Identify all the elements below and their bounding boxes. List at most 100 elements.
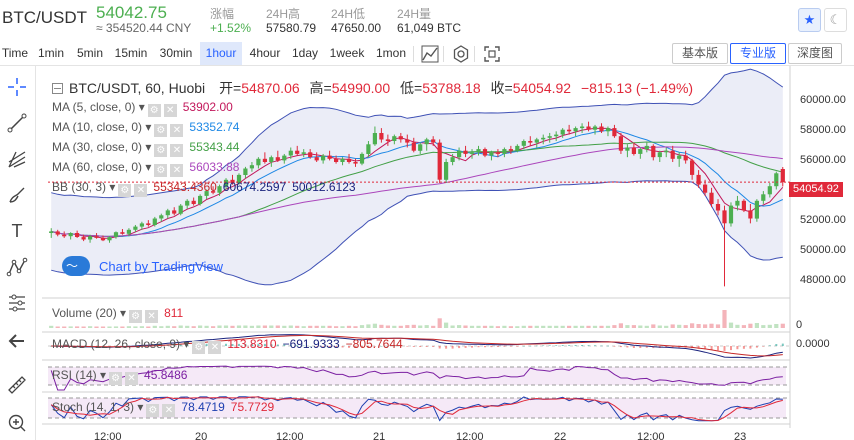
settings-icon[interactable] xyxy=(451,44,471,64)
macd-hist-bar xyxy=(484,346,486,348)
measure-icon[interactable] xyxy=(6,292,28,314)
candle-body xyxy=(398,136,403,140)
macd-hist-bar xyxy=(710,346,713,350)
volume-bar xyxy=(476,325,481,328)
candle-body xyxy=(644,145,649,150)
star-icon[interactable]: ★ xyxy=(798,8,821,32)
candle-body xyxy=(191,200,196,204)
view-depth[interactable]: 深度图 xyxy=(788,43,842,64)
candle-body xyxy=(392,136,397,141)
macd-hist-bar xyxy=(665,346,668,348)
settings-icon[interactable]: ⚙ xyxy=(129,310,143,323)
volume-bar xyxy=(321,325,326,328)
candle-body xyxy=(62,234,67,237)
macd-hist-bar xyxy=(691,346,694,349)
toolbar-divider xyxy=(474,46,475,62)
volume-bar xyxy=(618,323,623,328)
view-pro[interactable]: 专业版 xyxy=(730,43,786,64)
tab-30min[interactable]: 30min xyxy=(155,42,197,65)
settings-icon[interactable]: ⚙ xyxy=(154,144,168,157)
tab-4hour[interactable]: 4hour xyxy=(245,42,285,65)
pattern-icon[interactable] xyxy=(6,256,28,278)
macd-hist-bar xyxy=(607,345,609,347)
view-basic[interactable]: 基本版 xyxy=(672,43,728,64)
candle-body xyxy=(463,150,468,154)
volume-bar xyxy=(55,326,60,328)
settings-icon[interactable]: ⚙ xyxy=(147,104,161,117)
fullscreen-icon[interactable] xyxy=(482,44,502,64)
collapse-legend-icon[interactable] xyxy=(52,83,63,94)
settings-icon[interactable]: ⚙ xyxy=(146,404,160,417)
candle-body xyxy=(346,158,352,162)
candle-body xyxy=(178,205,183,214)
settings-icon[interactable]: ⚙ xyxy=(109,372,123,385)
legend-bb[interactable]: BB (30, 3) ▾ ⚙ ✕ 55343.4360 60674.2597 50012.… xyxy=(52,180,356,197)
close-icon[interactable]: ✕ xyxy=(170,124,184,137)
brush-icon[interactable] xyxy=(6,184,28,206)
volume-bar xyxy=(249,325,254,328)
macd-hist-value: 113.8310 xyxy=(227,337,277,351)
back-arrow-icon[interactable] xyxy=(6,330,28,352)
close-icon[interactable]: ✕ xyxy=(163,104,177,117)
volume-bar xyxy=(515,326,520,328)
macd-hist-bar xyxy=(477,346,480,348)
toolbar-divider xyxy=(413,46,414,62)
candle-body xyxy=(424,139,429,145)
ruler-icon[interactable] xyxy=(6,374,28,396)
volume-bar xyxy=(262,325,267,328)
pair-name[interactable]: BTC/USDT xyxy=(2,8,87,28)
text-icon[interactable]: T xyxy=(6,220,28,242)
crosshair-icon[interactable] xyxy=(6,76,28,98)
settings-icon[interactable]: ⚙ xyxy=(154,164,168,177)
volume-bar xyxy=(204,325,209,328)
settings-icon[interactable]: ⚙ xyxy=(118,184,132,197)
legend-ma60[interactable]: MA (60, close, 0) ▾ ⚙ ✕ 56033.88 xyxy=(52,160,239,177)
candle-body xyxy=(469,152,475,154)
candle-body xyxy=(185,200,190,206)
close-icon[interactable]: ✕ xyxy=(208,341,222,354)
tab-1mon[interactable]: 1mon xyxy=(371,42,411,65)
legend-ma30[interactable]: MA (30, close, 0) ▾ ⚙ ✕ 55343.44 xyxy=(52,140,239,157)
candle-body xyxy=(385,139,390,141)
price-tick: 48000.00 xyxy=(800,274,846,286)
legend-stoch[interactable]: Stoch (14, 1, 3) ▾ ⚙ ✕ 78.4719 75.7729 xyxy=(52,400,274,417)
tab-1hour[interactable]: 1hour xyxy=(200,42,242,65)
moon-icon[interactable]: ☾ xyxy=(824,8,847,32)
legend-ma5[interactable]: MA (5, close, 0) ▾ ⚙ ✕ 53902.00 xyxy=(52,100,233,117)
close-icon[interactable]: ✕ xyxy=(145,310,159,323)
tab-1week[interactable]: 1week xyxy=(325,42,369,65)
close-icon[interactable]: ✕ xyxy=(170,164,184,177)
tab-time[interactable]: Time xyxy=(0,42,30,65)
close-icon[interactable]: ✕ xyxy=(170,144,184,157)
volume-bar xyxy=(482,325,488,328)
candle-body xyxy=(741,200,746,211)
legend-volume[interactable]: Volume (20) ▾ ⚙ ✕ 811 xyxy=(52,306,183,323)
tab-5min[interactable]: 5min xyxy=(72,42,108,65)
volume-bar xyxy=(126,326,131,328)
candle-body xyxy=(618,136,623,151)
macd-hist-bar xyxy=(535,345,538,347)
close-icon[interactable]: ✕ xyxy=(162,404,176,417)
tab-1day[interactable]: 1day xyxy=(288,42,322,65)
tab-15min[interactable]: 15min xyxy=(110,42,152,65)
price-tick: 56000.00 xyxy=(800,154,846,166)
macd-hist-bar xyxy=(458,346,461,349)
candle-body xyxy=(554,134,559,137)
tradingview-watermark[interactable]: Chart by TradingView xyxy=(62,256,223,276)
pitchfork-icon[interactable] xyxy=(6,148,28,170)
close-icon[interactable]: ✕ xyxy=(134,184,148,197)
close-icon[interactable]: ✕ xyxy=(125,372,139,385)
volume-bar xyxy=(573,325,578,328)
legend-ma10[interactable]: MA (10, close, 0) ▾ ⚙ ✕ 53352.74 xyxy=(52,120,239,137)
candle-body xyxy=(256,158,261,166)
volume-bar xyxy=(120,326,125,328)
zoom-in-icon[interactable] xyxy=(6,412,28,434)
legend-rsi[interactable]: RSI (14) ▾ ⚙ ✕ 45.8486 xyxy=(52,368,187,385)
legend-macd[interactable]: MACD (12, 26, close, 9) ▾ ⚙ ✕ 113.8310 −691.… xyxy=(52,337,403,354)
tab-1min[interactable]: 1min xyxy=(32,42,70,65)
candlestick-type-icon[interactable] xyxy=(420,44,440,64)
macd-hist-bar xyxy=(509,346,512,347)
settings-icon[interactable]: ⚙ xyxy=(192,341,206,354)
trendline-icon[interactable] xyxy=(6,112,28,134)
settings-icon[interactable]: ⚙ xyxy=(154,124,168,137)
